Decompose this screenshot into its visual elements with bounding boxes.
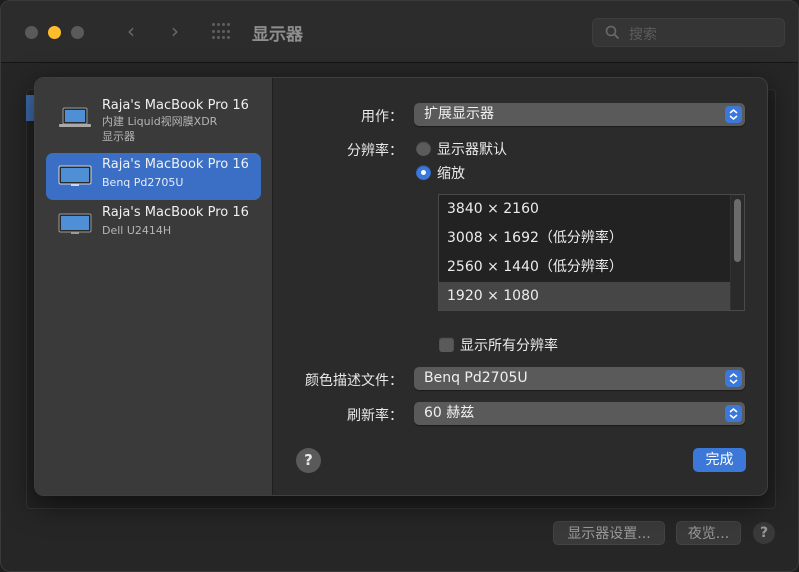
refresh-rate-label: 刷新率： <box>347 405 403 425</box>
monitor-icon <box>58 165 92 187</box>
scrollbar-thumb[interactable] <box>734 199 741 262</box>
display-name: Raja's MacBook Pro 16 <box>102 98 249 113</box>
system-preferences-window: ‹ › 显示器 搜索 显示器设置... 夜览... ? Raja's <box>0 0 799 572</box>
resolution-list[interactable]: 3840 × 2160 3008 × 1692（低分辨率） 2560 × 144… <box>438 194 745 311</box>
display-model: 内建 Liquid视网膜XDR <box>102 114 217 129</box>
display-settings-button[interactable]: 显示器设置... <box>553 521 665 545</box>
chevron-updown-icon <box>725 370 742 387</box>
search-field[interactable]: 搜索 <box>592 18 785 47</box>
use-as-popup[interactable]: 扩展显示器 <box>414 103 745 126</box>
search-placeholder: 搜索 <box>629 24 657 44</box>
resolution-option[interactable]: 3840 × 2160 <box>439 195 731 224</box>
display-model-line2: 显示器 <box>102 129 135 144</box>
refresh-rate-popup[interactable]: 60 赫兹 <box>414 402 745 425</box>
laptop-icon <box>58 106 92 128</box>
resolution-scaled-radio[interactable] <box>416 165 431 180</box>
display-model: Benq Pd2705U <box>102 175 183 190</box>
color-profile-label: 颜色描述文件： <box>305 370 403 390</box>
night-shift-button[interactable]: 夜览... <box>676 521 741 545</box>
resolution-default-label: 显示器默认 <box>437 139 507 159</box>
sidebar-item-dell-display[interactable]: Raja's MacBook Pro 16 Dell U2414H <box>46 201 261 248</box>
resolution-label: 分辨率： <box>347 140 403 160</box>
use-as-label: 用作： <box>361 106 403 126</box>
display-model: Dell U2414H <box>102 223 171 238</box>
minimize-window-button[interactable] <box>48 26 61 39</box>
resolution-default-radio[interactable] <box>416 141 431 156</box>
refresh-rate-value: 60 赫兹 <box>424 405 474 421</box>
display-settings-content: 用作： 扩展显示器 分辨率： 显示器默认 缩放 3840 × 2160 3008… <box>274 78 768 495</box>
resolution-option-selected[interactable]: 1920 × 1080 <box>439 282 731 311</box>
chevron-updown-icon <box>725 106 742 123</box>
forward-arrow-icon[interactable]: › <box>162 19 188 45</box>
sidebar-item-builtin-display[interactable]: Raja's MacBook Pro 16 内建 Liquid视网膜XDR 显示… <box>46 94 261 150</box>
resolution-scaled-label: 缩放 <box>437 163 465 183</box>
footer-help-button[interactable]: ? <box>753 522 775 544</box>
display-sidebar: Raja's MacBook Pro 16 内建 Liquid视网膜XDR 显示… <box>35 78 273 495</box>
use-as-value: 扩展显示器 <box>424 106 494 122</box>
resolution-scrollbar[interactable] <box>730 195 744 310</box>
display-name: Raja's MacBook Pro 16 <box>102 157 249 172</box>
display-name: Raja's MacBook Pro 16 <box>102 205 249 220</box>
resolution-option[interactable]: 3008 × 1692（低分辨率） <box>439 224 731 253</box>
back-arrow-icon[interactable]: ‹ <box>118 19 144 45</box>
show-all-grid-icon[interactable] <box>212 23 232 41</box>
zoom-window-button[interactable] <box>71 26 84 39</box>
help-button[interactable]: ? <box>296 448 321 473</box>
search-icon <box>605 25 619 39</box>
color-profile-value: Benq Pd2705U <box>424 370 528 386</box>
show-all-resolutions-label: 显示所有分辨率 <box>460 335 558 355</box>
title-bar: ‹ › 显示器 搜索 <box>1 1 798 63</box>
close-window-button[interactable] <box>25 26 38 39</box>
display-settings-sheet: Raja's MacBook Pro 16 内建 Liquid视网膜XDR 显示… <box>34 77 768 496</box>
color-profile-popup[interactable]: Benq Pd2705U <box>414 367 745 390</box>
show-all-resolutions-checkbox[interactable] <box>439 337 454 352</box>
sidebar-item-benq-display[interactable]: Raja's MacBook Pro 16 Benq Pd2705U <box>46 153 261 200</box>
window-title: 显示器 <box>252 20 303 45</box>
monitor-icon <box>58 213 92 235</box>
chevron-updown-icon <box>725 405 742 422</box>
background-accent <box>26 95 34 121</box>
done-button[interactable]: 完成 <box>693 448 746 472</box>
resolution-option[interactable]: 2560 × 1440（低分辨率） <box>439 253 731 282</box>
